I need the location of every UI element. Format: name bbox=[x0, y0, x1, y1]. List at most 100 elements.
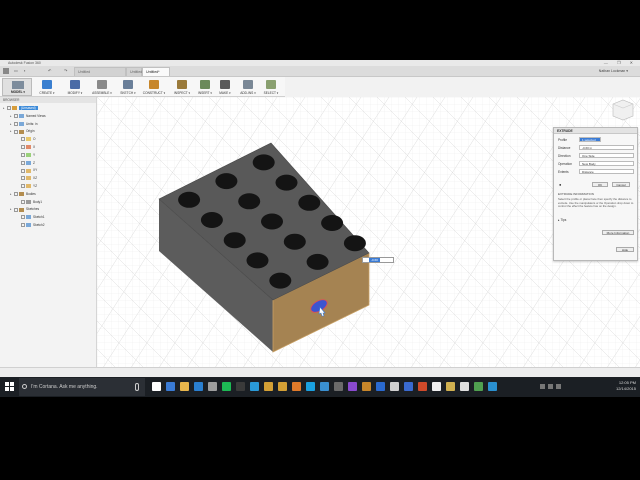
visibility-checkbox[interactable] bbox=[14, 129, 18, 134]
view-cube[interactable] bbox=[612, 99, 634, 121]
taskbar-app-icon[interactable] bbox=[180, 382, 189, 391]
browser-node[interactable]: ▸ Units: in bbox=[10, 122, 38, 128]
visibility-checkbox[interactable] bbox=[21, 176, 25, 181]
taskbar-app-icon[interactable] bbox=[166, 382, 175, 391]
visibility-checkbox[interactable] bbox=[21, 199, 25, 204]
distance-value[interactable]: -0.60 bbox=[369, 258, 380, 262]
window-controls[interactable]: — ❐ ✕ bbox=[604, 60, 637, 65]
taskbar-app-icon[interactable] bbox=[222, 382, 231, 391]
visibility-checkbox[interactable] bbox=[21, 152, 25, 157]
taskbar-app-icon[interactable] bbox=[446, 382, 455, 391]
undo-icon[interactable]: ↶ bbox=[48, 68, 51, 73]
taskbar-app-icon[interactable] bbox=[306, 382, 315, 391]
tray-chevron-icon[interactable] bbox=[540, 384, 545, 389]
taskbar-app-icon[interactable] bbox=[292, 382, 301, 391]
microphone-icon[interactable] bbox=[135, 383, 139, 391]
assemble-menu[interactable]: ASSEMBLE ▾ bbox=[88, 78, 116, 96]
taskbar-app-icon[interactable] bbox=[404, 382, 413, 391]
taskbar-app-icon[interactable] bbox=[418, 382, 427, 391]
visibility-checkbox[interactable] bbox=[21, 223, 25, 228]
taskbar-app-icon[interactable] bbox=[348, 382, 357, 391]
taskbar-app-icon[interactable] bbox=[432, 382, 441, 391]
visibility-checkbox[interactable] bbox=[14, 191, 18, 196]
taskbar-app-icon[interactable] bbox=[152, 382, 161, 391]
visibility-checkbox[interactable] bbox=[21, 184, 25, 189]
browser-node[interactable]: ▸ (Unsaved) bbox=[3, 106, 38, 112]
tab-document-1[interactable]: Untitled bbox=[74, 67, 126, 76]
extents-row[interactable]: Extents Distance bbox=[558, 169, 636, 175]
modify-menu[interactable]: MODIFY ▾ bbox=[62, 78, 88, 96]
visibility-checkbox[interactable] bbox=[21, 145, 25, 150]
taskbar-app-icon[interactable] bbox=[362, 382, 371, 391]
browser-node[interactable]: Body1 bbox=[17, 200, 42, 206]
select-menu[interactable]: SELECT ▾ bbox=[260, 78, 282, 96]
profile-row[interactable]: Profile 1 selected bbox=[558, 137, 636, 143]
cancel-button[interactable]: Cancel bbox=[612, 182, 630, 187]
add-ins-menu[interactable]: ADD-INS ▾ bbox=[236, 78, 260, 96]
visibility-checkbox[interactable] bbox=[14, 121, 18, 126]
sketch-menu[interactable]: SKETCH ▾ bbox=[116, 78, 140, 96]
taskbar-app-icon[interactable] bbox=[390, 382, 399, 391]
browser-node[interactable]: ▸ Sketches bbox=[10, 207, 39, 213]
taskbar-app-icon[interactable] bbox=[376, 382, 385, 391]
hide-button[interactable]: Hide bbox=[616, 247, 634, 252]
taskbar-app-icon[interactable] bbox=[488, 382, 497, 391]
visibility-checkbox[interactable] bbox=[21, 215, 25, 220]
visibility-checkbox[interactable] bbox=[14, 207, 18, 212]
tab-document-3[interactable]: Untitled* bbox=[142, 67, 170, 76]
volume-icon[interactable] bbox=[556, 384, 561, 389]
file-icon[interactable]: ▭ bbox=[14, 68, 18, 73]
save-icon[interactable]: ▪ bbox=[24, 68, 25, 73]
workspace-switcher[interactable]: MODEL ▾ bbox=[2, 78, 32, 96]
ok-button[interactable]: OK bbox=[592, 182, 608, 187]
insert-menu[interactable]: INSERT ▾ bbox=[194, 78, 216, 96]
inspect-menu[interactable]: INSPECT ▾ bbox=[170, 78, 194, 96]
taskbar-app-icon[interactable] bbox=[264, 382, 273, 391]
distance-input[interactable]: -0.60 bbox=[362, 257, 394, 263]
browser-node[interactable]: X bbox=[17, 145, 35, 151]
browser-node[interactable]: YZ bbox=[17, 184, 37, 190]
taskbar-app-icon[interactable] bbox=[334, 382, 343, 391]
visibility-checkbox[interactable] bbox=[21, 160, 25, 165]
browser-node[interactable]: XZ bbox=[17, 176, 37, 182]
browser-node[interactable]: Z bbox=[17, 161, 35, 167]
browser-node[interactable]: XY bbox=[17, 168, 37, 174]
redo-icon[interactable]: ↷ bbox=[64, 68, 67, 73]
taskbar-app-icon[interactable] bbox=[250, 382, 259, 391]
network-icon[interactable] bbox=[548, 384, 553, 389]
taskbar-app-icon[interactable] bbox=[474, 382, 483, 391]
browser-node[interactable]: ▸ Bodies bbox=[10, 192, 36, 198]
taskbar-app-icon[interactable] bbox=[208, 382, 217, 391]
visibility-checkbox[interactable] bbox=[14, 113, 18, 118]
info-icon[interactable]: ● bbox=[559, 182, 561, 187]
construct-menu[interactable]: CONSTRUCT ▾ bbox=[140, 78, 168, 96]
hole bbox=[269, 272, 292, 289]
distance-row[interactable]: Distance -0.60 in bbox=[558, 145, 636, 151]
browser-node[interactable]: Y bbox=[17, 153, 35, 159]
taskbar-app-icon[interactable] bbox=[320, 382, 329, 391]
taskbar-app-icon[interactable] bbox=[194, 382, 203, 391]
make-menu[interactable]: MAKE ▾ bbox=[216, 78, 234, 96]
browser-node[interactable]: ▸ Origin bbox=[10, 129, 35, 135]
tab-document-2[interactable]: Untitled(1) bbox=[126, 67, 147, 76]
visibility-checkbox[interactable] bbox=[7, 106, 11, 111]
tips-toggle[interactable]: ▸ Tips bbox=[558, 218, 566, 222]
more-information-button[interactable]: More Information bbox=[602, 230, 634, 235]
create-menu[interactable]: CREATE ▾ bbox=[36, 78, 58, 96]
visibility-checkbox[interactable] bbox=[21, 137, 25, 142]
windows-start-icon[interactable] bbox=[5, 382, 14, 391]
browser-node[interactable]: ▸ Named Views bbox=[10, 114, 46, 120]
direction-row[interactable]: Direction One Side bbox=[558, 153, 636, 159]
taskbar-app-icon[interactable] bbox=[236, 382, 245, 391]
data-panel-icon[interactable] bbox=[3, 68, 9, 74]
taskbar-app-icon[interactable] bbox=[460, 382, 469, 391]
browser-node[interactable]: Sketch1 bbox=[17, 215, 45, 221]
cortana-search-box[interactable]: I'm Cortana. Ask me anything. bbox=[19, 378, 145, 396]
taskbar-app-icon[interactable] bbox=[278, 382, 287, 391]
browser-node[interactable]: O bbox=[17, 137, 35, 143]
user-menu[interactable]: Nathan Lockman ▾ bbox=[599, 69, 628, 73]
visibility-checkbox[interactable] bbox=[21, 168, 25, 173]
system-clock[interactable]: 12:05 PM 12/14/2015 bbox=[616, 380, 636, 392]
browser-node[interactable]: Sketch2 bbox=[17, 223, 45, 229]
operation-row[interactable]: Operation New Body bbox=[558, 161, 636, 167]
